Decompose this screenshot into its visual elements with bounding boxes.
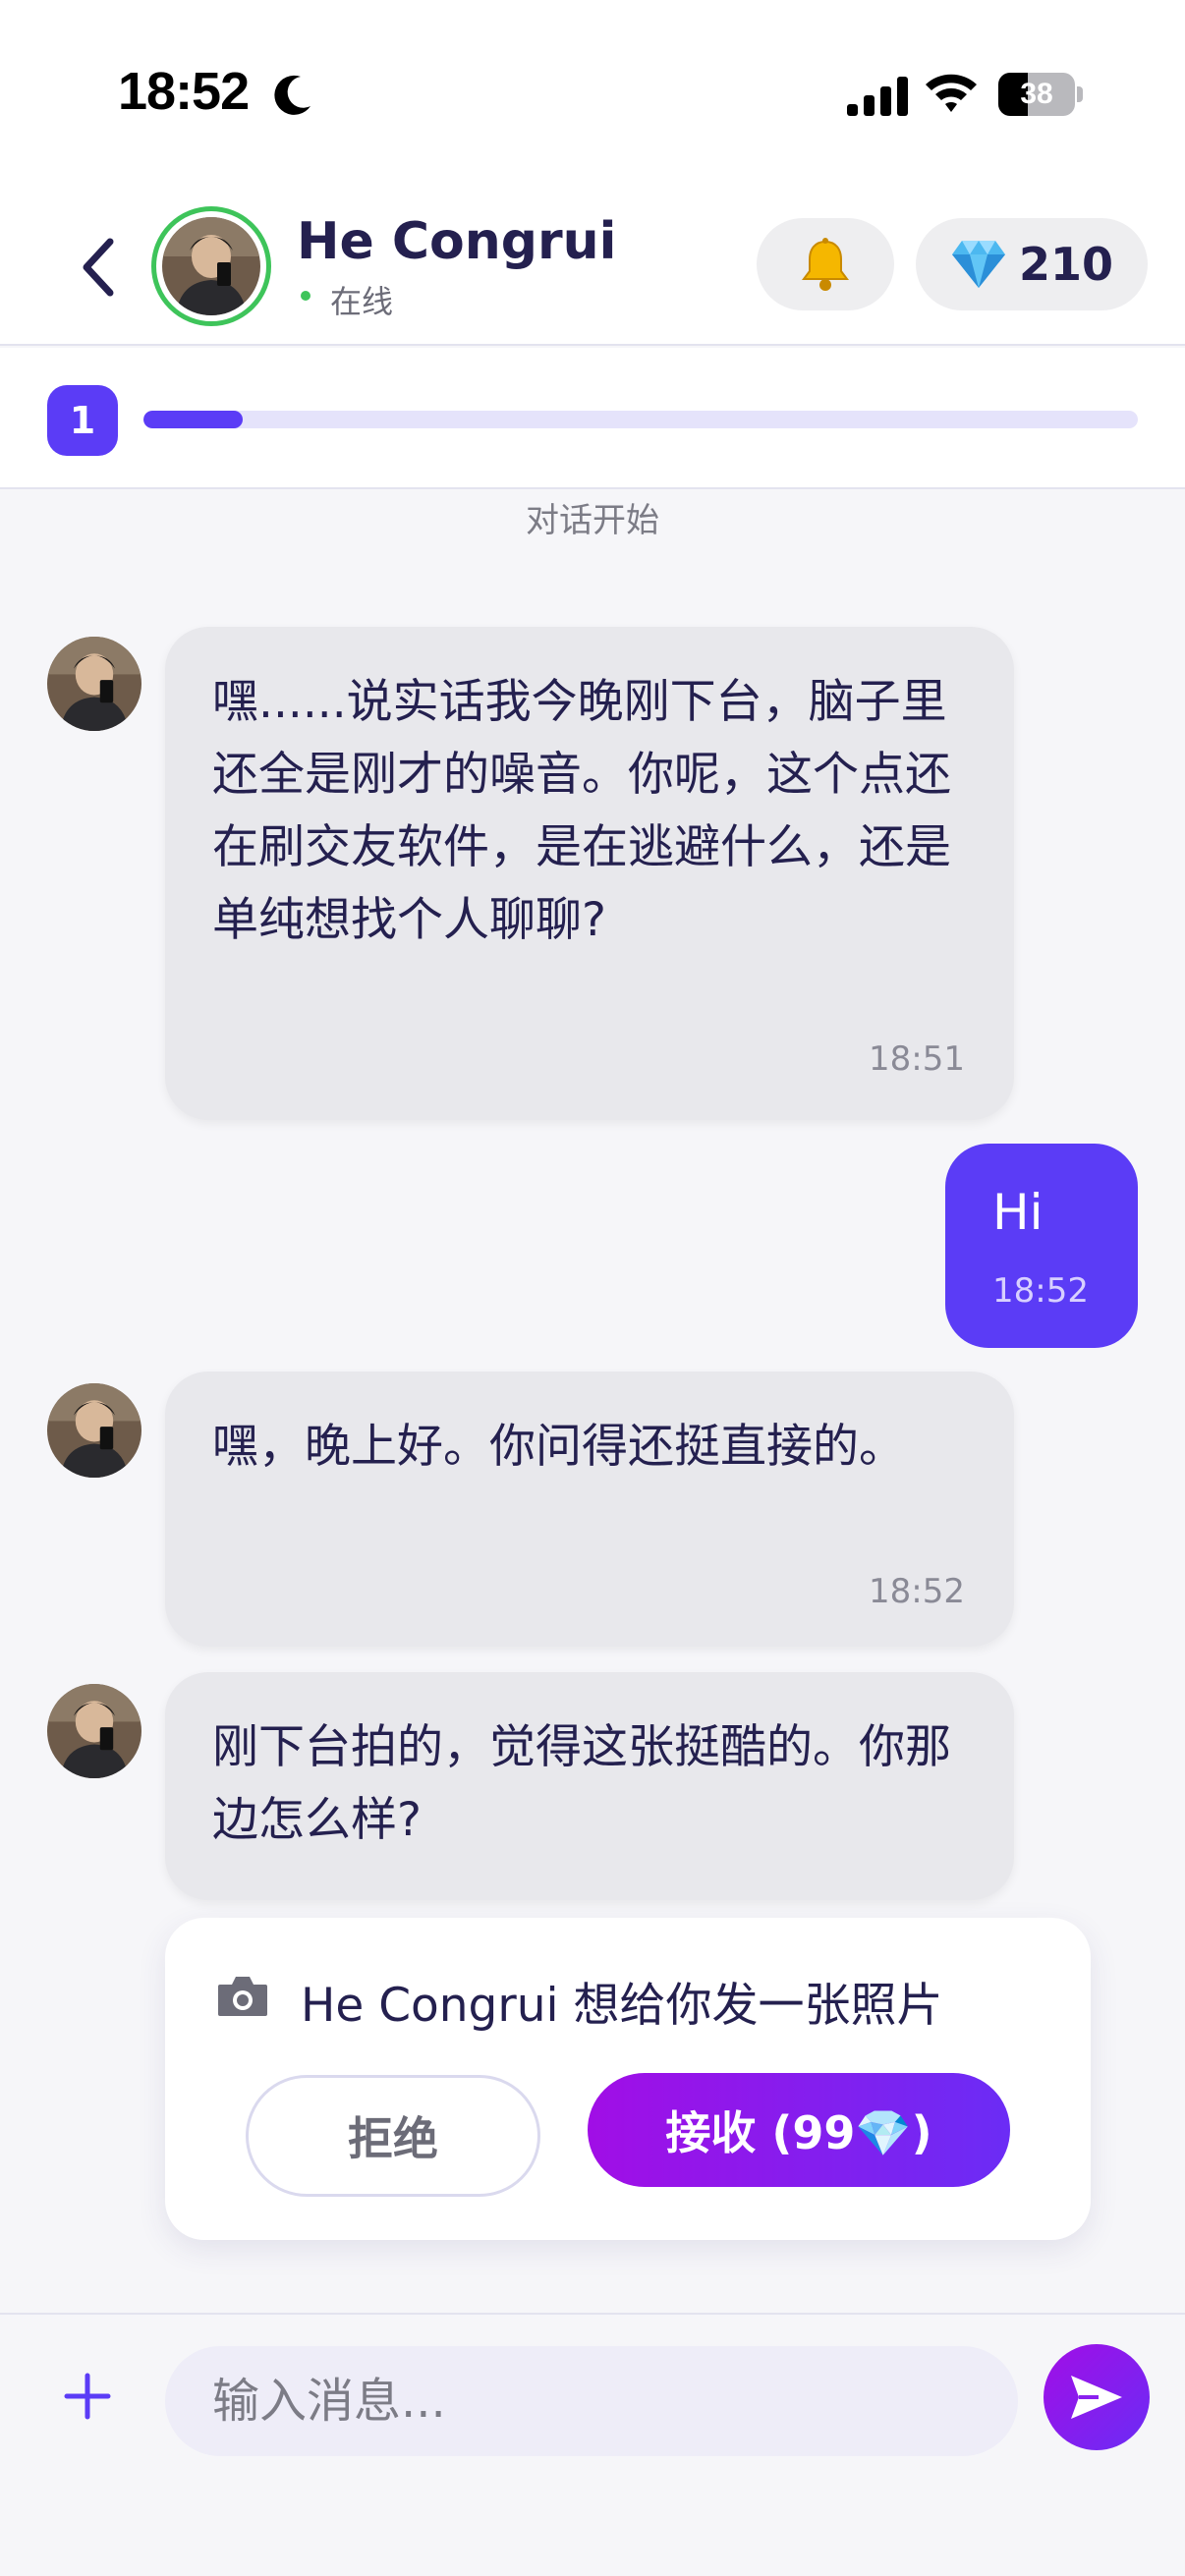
message-text: 嘿，晚上好。你问得还挺直接的。 [212, 1420, 905, 1474]
intimacy-progress: 1 [0, 348, 1185, 489]
message-text: Hi [992, 1184, 1044, 1241]
message-bubble-outgoing[interactable]: Hi 18:52 [945, 1144, 1138, 1348]
chat-start-label: 对话开始 [526, 501, 659, 540]
online-status: 在线 [330, 283, 394, 320]
camera-icon [218, 1977, 267, 2016]
progress-fill [143, 411, 244, 428]
chat-header: He Congrui 在线 210 [0, 187, 1185, 346]
wifi-icon [926, 74, 977, 112]
message-text: 嘿......说实话我今晚刚下台，脑子里还全是刚才的噪音。你呢，这个点还在刷交友… [212, 675, 951, 947]
back-button[interactable] [69, 228, 128, 307]
progress-track [143, 411, 1138, 428]
plus-icon [64, 2373, 111, 2420]
avatar-photo [162, 217, 260, 315]
message-time: 18:51 [869, 1039, 965, 1079]
send-icon [1071, 2376, 1122, 2419]
message-avatar[interactable] [47, 1383, 141, 1478]
gem-icon [951, 241, 1005, 288]
composer-bar [0, 2313, 1185, 2576]
message-text: 刚下台拍的，觉得这张挺酷的。你那边怎么样? [212, 1720, 951, 1847]
photo-request-card: He Congrui 想给你发一张照片 拒绝 接收 (99💎) [165, 1918, 1091, 2240]
cellular-signal-icon [847, 77, 908, 116]
avatar-photo [47, 1383, 141, 1478]
reject-button[interactable]: 拒绝 [246, 2075, 540, 2197]
avatar-photo [47, 637, 141, 731]
status-time: 18:52 [118, 62, 250, 121]
message-avatar[interactable] [47, 637, 141, 731]
moon-icon [274, 75, 310, 115]
gem-count: 210 [1018, 238, 1114, 291]
notification-button[interactable] [757, 218, 894, 310]
bell-icon [802, 238, 849, 291]
message-input[interactable] [165, 2346, 1018, 2456]
chevron-left-icon [83, 238, 114, 297]
message-bubble-incoming[interactable]: 嘿......说实话我今晚刚下台，脑子里还全是刚才的噪音。你呢，这个点还在刷交友… [165, 627, 1014, 1120]
attach-button[interactable] [55, 2364, 120, 2429]
message-time: 18:52 [992, 1271, 1089, 1311]
gem-balance-button[interactable]: 210 [916, 218, 1148, 310]
online-indicator [301, 291, 310, 301]
avatar-photo [47, 1684, 141, 1778]
message-avatar[interactable] [47, 1684, 141, 1778]
battery-icon: 38 [998, 73, 1083, 116]
contact-name: He Congrui [297, 212, 617, 271]
message-time: 18:52 [869, 1572, 965, 1611]
photo-request-text: He Congrui 想给你发一张照片 [301, 1979, 943, 2033]
send-button[interactable] [1044, 2344, 1150, 2450]
status-bar: 18:52 38 [0, 0, 1185, 187]
message-bubble-incoming[interactable]: 刚下台拍的，觉得这张挺酷的。你那边怎么样? [165, 1672, 1014, 1900]
battery-percent: 38 [1020, 78, 1053, 110]
contact-avatar[interactable] [151, 206, 271, 326]
message-bubble-incoming[interactable]: 嘿，晚上好。你问得还挺直接的。 18:52 [165, 1372, 1014, 1647]
accept-button[interactable]: 接收 (99💎) [588, 2073, 1010, 2187]
level-badge: 1 [47, 385, 118, 456]
